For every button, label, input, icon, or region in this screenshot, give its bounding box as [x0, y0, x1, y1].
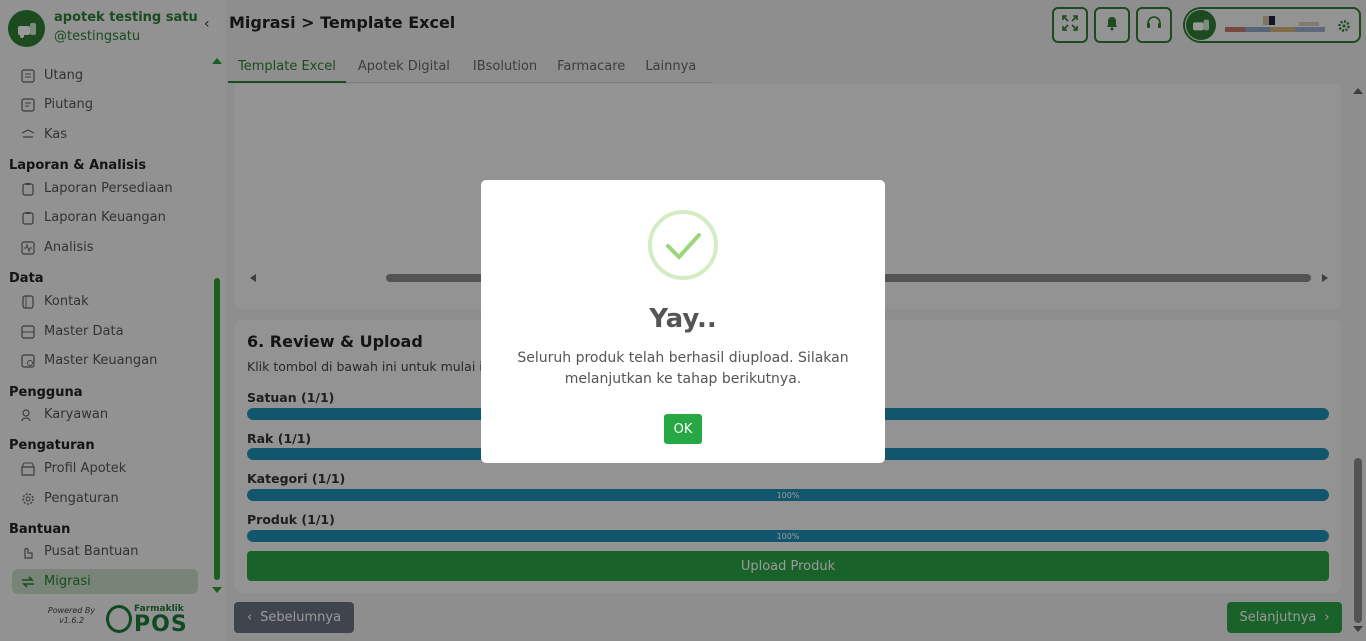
- success-dialog: Yay.. Seluruh produk telah berhasil diup…: [481, 180, 885, 463]
- dialog-message: Seluruh produk telah berhasil diupload. …: [517, 350, 849, 387]
- success-check-icon: [648, 210, 718, 280]
- ok-button[interactable]: OK: [664, 414, 702, 444]
- dialog-title: Yay..: [649, 304, 717, 334]
